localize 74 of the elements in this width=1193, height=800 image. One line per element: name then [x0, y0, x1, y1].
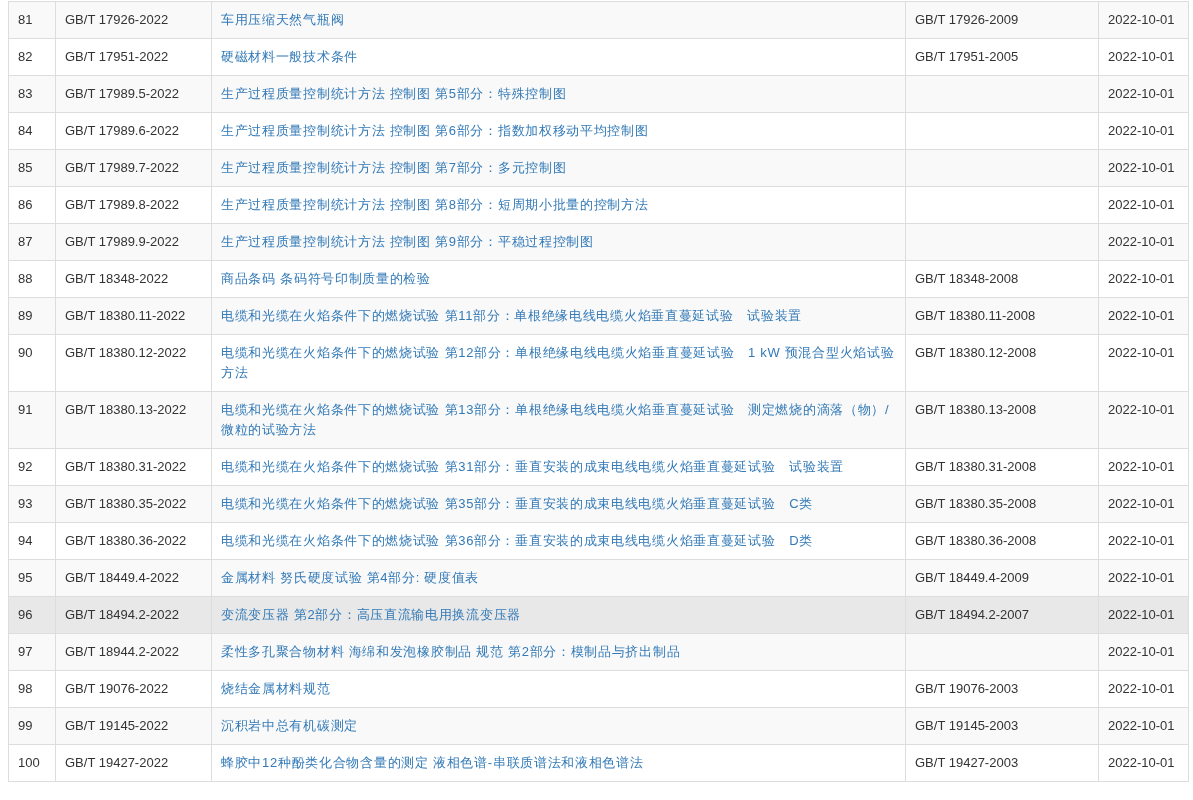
effective-date: 2022-10-01	[1108, 718, 1175, 733]
effective-date: 2022-10-01	[1108, 160, 1175, 175]
standard-code: GB/T 18380.35-2022	[65, 496, 187, 511]
standard-code: GB/T 18380.13-2022	[65, 402, 187, 417]
row-number: 94	[18, 533, 33, 548]
row-number: 96	[18, 607, 33, 622]
effective-date: 2022-10-01	[1108, 234, 1175, 249]
standard-code: GB/T 18348-2022	[65, 271, 169, 286]
standard-code: GB/T 18449.4-2022	[65, 570, 179, 585]
row-number: 81	[18, 12, 33, 27]
standard-code: GB/T 17926-2022	[65, 12, 169, 27]
replaced-standard: GB/T 19145-2003	[915, 718, 1019, 733]
standard-code: GB/T 19145-2022	[65, 718, 169, 733]
standard-code: GB/T 17989.7-2022	[65, 160, 179, 175]
effective-date: 2022-10-01	[1108, 459, 1175, 474]
replaced-standard: GB/T 19076-2003	[915, 681, 1019, 696]
row-number: 95	[18, 570, 33, 585]
standard-code: GB/T 19427-2022	[65, 755, 169, 770]
effective-date: 2022-10-01	[1108, 49, 1175, 64]
row-number: 88	[18, 271, 33, 286]
standard-code: GB/T 18944.2-2022	[65, 644, 179, 659]
row-number: 93	[18, 496, 33, 511]
effective-date: 2022-10-01	[1108, 86, 1175, 101]
replaced-standard: GB/T 19427-2003	[915, 755, 1019, 770]
standard-code: GB/T 17989.8-2022	[65, 197, 179, 212]
row-number: 91	[18, 402, 33, 417]
replaced-standard: GB/T 17951-2005	[915, 49, 1019, 64]
row-number: 82	[18, 49, 33, 64]
row-number: 98	[18, 681, 33, 696]
row-number: 100	[18, 755, 40, 770]
standard-code: GB/T 17989.5-2022	[65, 86, 179, 101]
effective-date: 2022-10-01	[1108, 345, 1175, 360]
standard-code: GB/T 18494.2-2022	[65, 607, 179, 622]
effective-date: 2022-10-01	[1108, 496, 1175, 511]
row-number: 86	[18, 197, 33, 212]
replaced-standard: GB/T 18380.31-2008	[915, 459, 1037, 474]
standard-code: GB/T 19076-2022	[65, 681, 169, 696]
effective-date: 2022-10-01	[1108, 402, 1175, 417]
standard-code: GB/T 17989.9-2022	[65, 234, 179, 249]
replaced-standard: GB/T 18494.2-2007	[915, 607, 1029, 622]
replaced-standard: GB/T 18380.11-2008	[915, 308, 1036, 323]
row-number: 90	[18, 345, 33, 360]
row-number: 83	[18, 86, 33, 101]
row-number: 97	[18, 644, 33, 659]
effective-date: 2022-10-01	[1108, 271, 1175, 286]
effective-date: 2022-10-01	[1108, 123, 1175, 138]
row-number: 87	[18, 234, 33, 249]
replaced-standard: GB/T 18380.12-2008	[915, 345, 1037, 360]
effective-date: 2022-10-01	[1108, 308, 1175, 323]
effective-date: 2022-10-01	[1108, 570, 1175, 585]
effective-date: 2022-10-01	[1108, 607, 1175, 622]
row-number: 89	[18, 308, 33, 323]
row-number: 99	[18, 718, 33, 733]
replaced-standard: GB/T 18380.35-2008	[915, 496, 1037, 511]
effective-date: 2022-10-01	[1108, 12, 1175, 27]
row-number: 85	[18, 160, 33, 175]
standard-code: GB/T 18380.12-2022	[65, 345, 187, 360]
replaced-standard: GB/T 18449.4-2009	[915, 570, 1029, 585]
standard-code: GB/T 18380.11-2022	[65, 308, 186, 323]
effective-date: 2022-10-01	[1108, 644, 1175, 659]
standard-code: GB/T 17951-2022	[65, 49, 169, 64]
replaced-standard: GB/T 18380.13-2008	[915, 402, 1037, 417]
effective-date: 2022-10-01	[1108, 533, 1175, 548]
standard-code: GB/T 18380.31-2022	[65, 459, 187, 474]
replaced-standard: GB/T 18348-2008	[915, 271, 1019, 286]
effective-date: 2022-10-01	[1108, 755, 1175, 770]
replaced-standard: GB/T 17926-2009	[915, 12, 1019, 27]
effective-date: 2022-10-01	[1108, 197, 1175, 212]
replaced-standard: GB/T 18380.36-2008	[915, 533, 1037, 548]
standard-code: GB/T 18380.36-2022	[65, 533, 187, 548]
row-number: 84	[18, 123, 33, 138]
effective-date: 2022-10-01	[1108, 681, 1175, 696]
row-number: 92	[18, 459, 33, 474]
standard-code: GB/T 17989.6-2022	[65, 123, 179, 138]
